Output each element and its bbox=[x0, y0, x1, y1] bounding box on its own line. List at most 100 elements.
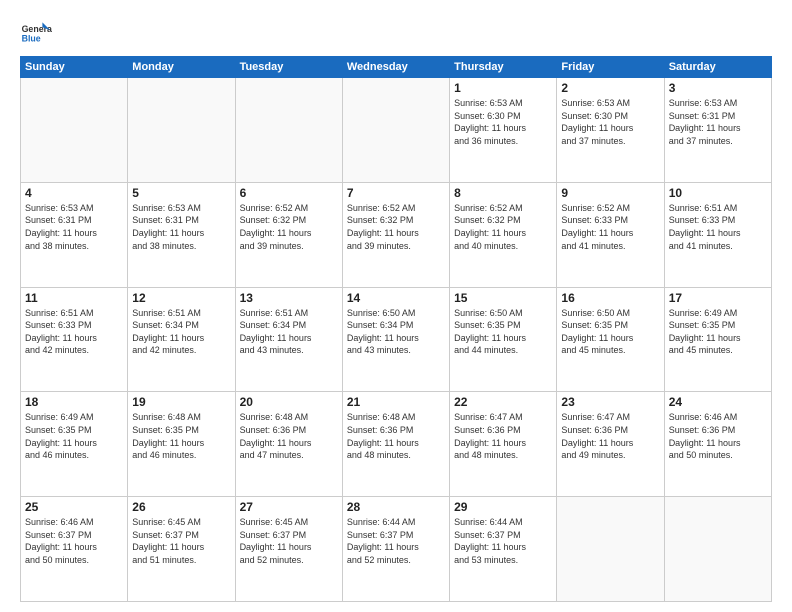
calendar-cell: 1 Sunrise: 6:53 AM Sunset: 6:30 PM Daylig… bbox=[450, 78, 557, 183]
calendar-cell: 20 Sunrise: 6:48 AM Sunset: 6:36 PM Dayli… bbox=[235, 392, 342, 497]
calendar-cell: 11Sunrise: 6:51 AM Sunset: 6:33 PM Dayli… bbox=[21, 287, 128, 392]
day-number: 25 bbox=[25, 500, 123, 514]
day-info: Sunrise: 6:45 AM Sunset: 6:37 PM Dayligh… bbox=[240, 516, 338, 566]
day-info: Sunrise: 6:52 AM Sunset: 6:32 PM Dayligh… bbox=[347, 202, 445, 252]
calendar-cell: 5 Sunrise: 6:53 AM Sunset: 6:31 PM Daylig… bbox=[128, 182, 235, 287]
day-header-monday: Monday bbox=[128, 57, 235, 78]
day-info: Sunrise: 6:44 AM Sunset: 6:37 PM Dayligh… bbox=[454, 516, 552, 566]
calendar-cell: 18 Sunrise: 6:49 AM Sunset: 6:35 PM Dayli… bbox=[21, 392, 128, 497]
day-info: Sunrise: 6:53 AM Sunset: 6:30 PM Dayligh… bbox=[454, 97, 552, 147]
week-row-1: 1 Sunrise: 6:53 AM Sunset: 6:30 PM Daylig… bbox=[21, 78, 772, 183]
calendar-body: 1 Sunrise: 6:53 AM Sunset: 6:30 PM Daylig… bbox=[21, 78, 772, 602]
day-number: 1 bbox=[454, 81, 552, 95]
day-number: 19 bbox=[132, 395, 230, 409]
calendar-cell bbox=[21, 78, 128, 183]
day-info: Sunrise: 6:52 AM Sunset: 6:32 PM Dayligh… bbox=[454, 202, 552, 252]
day-number: 3 bbox=[669, 81, 767, 95]
day-number: 21 bbox=[347, 395, 445, 409]
day-number: 7 bbox=[347, 186, 445, 200]
day-number: 23 bbox=[561, 395, 659, 409]
day-number: 6 bbox=[240, 186, 338, 200]
day-header-thursday: Thursday bbox=[450, 57, 557, 78]
calendar-cell: 19 Sunrise: 6:48 AM Sunset: 6:35 PM Dayli… bbox=[128, 392, 235, 497]
day-number: 5 bbox=[132, 186, 230, 200]
day-info: Sunrise: 6:45 AM Sunset: 6:37 PM Dayligh… bbox=[132, 516, 230, 566]
calendar-cell: 3 Sunrise: 6:53 AM Sunset: 6:31 PM Daylig… bbox=[664, 78, 771, 183]
day-number: 2 bbox=[561, 81, 659, 95]
calendar-cell: 14Sunrise: 6:50 AM Sunset: 6:34 PM Dayli… bbox=[342, 287, 449, 392]
day-info: Sunrise: 6:50 AM Sunset: 6:35 PM Dayligh… bbox=[561, 307, 659, 357]
calendar-cell: 4 Sunrise: 6:53 AM Sunset: 6:31 PM Daylig… bbox=[21, 182, 128, 287]
day-number: 12 bbox=[132, 291, 230, 305]
day-number: 16 bbox=[561, 291, 659, 305]
calendar-cell bbox=[557, 497, 664, 602]
calendar-cell: 13Sunrise: 6:51 AM Sunset: 6:34 PM Dayli… bbox=[235, 287, 342, 392]
day-info: Sunrise: 6:50 AM Sunset: 6:35 PM Dayligh… bbox=[454, 307, 552, 357]
day-number: 18 bbox=[25, 395, 123, 409]
day-header-saturday: Saturday bbox=[664, 57, 771, 78]
calendar-cell: 21 Sunrise: 6:48 AM Sunset: 6:36 PM Dayli… bbox=[342, 392, 449, 497]
calendar-cell: 27 Sunrise: 6:45 AM Sunset: 6:37 PM Dayli… bbox=[235, 497, 342, 602]
calendar-cell: 10Sunrise: 6:51 AM Sunset: 6:33 PM Dayli… bbox=[664, 182, 771, 287]
calendar-cell: 9 Sunrise: 6:52 AM Sunset: 6:33 PM Daylig… bbox=[557, 182, 664, 287]
day-info: Sunrise: 6:44 AM Sunset: 6:37 PM Dayligh… bbox=[347, 516, 445, 566]
logo-icon: General Blue bbox=[20, 16, 52, 48]
day-info: Sunrise: 6:53 AM Sunset: 6:31 PM Dayligh… bbox=[132, 202, 230, 252]
day-info: Sunrise: 6:48 AM Sunset: 6:36 PM Dayligh… bbox=[240, 411, 338, 461]
day-info: Sunrise: 6:48 AM Sunset: 6:36 PM Dayligh… bbox=[347, 411, 445, 461]
day-info: Sunrise: 6:47 AM Sunset: 6:36 PM Dayligh… bbox=[561, 411, 659, 461]
day-info: Sunrise: 6:49 AM Sunset: 6:35 PM Dayligh… bbox=[669, 307, 767, 357]
day-info: Sunrise: 6:52 AM Sunset: 6:32 PM Dayligh… bbox=[240, 202, 338, 252]
header-row: SundayMondayTuesdayWednesdayThursdayFrid… bbox=[21, 57, 772, 78]
day-header-wednesday: Wednesday bbox=[342, 57, 449, 78]
day-number: 4 bbox=[25, 186, 123, 200]
calendar-cell: 23 Sunrise: 6:47 AM Sunset: 6:36 PM Dayli… bbox=[557, 392, 664, 497]
calendar-cell: 26Sunrise: 6:45 AM Sunset: 6:37 PM Dayli… bbox=[128, 497, 235, 602]
calendar-cell bbox=[235, 78, 342, 183]
day-header-sunday: Sunday bbox=[21, 57, 128, 78]
day-info: Sunrise: 6:53 AM Sunset: 6:30 PM Dayligh… bbox=[561, 97, 659, 147]
day-info: Sunrise: 6:46 AM Sunset: 6:36 PM Dayligh… bbox=[669, 411, 767, 461]
day-number: 9 bbox=[561, 186, 659, 200]
week-row-4: 18 Sunrise: 6:49 AM Sunset: 6:35 PM Dayli… bbox=[21, 392, 772, 497]
calendar-cell: 8Sunrise: 6:52 AM Sunset: 6:32 PM Daylig… bbox=[450, 182, 557, 287]
day-number: 29 bbox=[454, 500, 552, 514]
day-header-tuesday: Tuesday bbox=[235, 57, 342, 78]
calendar-cell: 6 Sunrise: 6:52 AM Sunset: 6:32 PM Daylig… bbox=[235, 182, 342, 287]
calendar-cell bbox=[342, 78, 449, 183]
calendar-cell: 16 Sunrise: 6:50 AM Sunset: 6:35 PM Dayli… bbox=[557, 287, 664, 392]
day-number: 22 bbox=[454, 395, 552, 409]
day-info: Sunrise: 6:53 AM Sunset: 6:31 PM Dayligh… bbox=[25, 202, 123, 252]
day-number: 20 bbox=[240, 395, 338, 409]
day-info: Sunrise: 6:52 AM Sunset: 6:33 PM Dayligh… bbox=[561, 202, 659, 252]
day-number: 15 bbox=[454, 291, 552, 305]
day-info: Sunrise: 6:48 AM Sunset: 6:35 PM Dayligh… bbox=[132, 411, 230, 461]
day-info: Sunrise: 6:49 AM Sunset: 6:35 PM Dayligh… bbox=[25, 411, 123, 461]
calendar-cell: 12 Sunrise: 6:51 AM Sunset: 6:34 PM Dayli… bbox=[128, 287, 235, 392]
day-number: 24 bbox=[669, 395, 767, 409]
day-info: Sunrise: 6:47 AM Sunset: 6:36 PM Dayligh… bbox=[454, 411, 552, 461]
week-row-3: 11Sunrise: 6:51 AM Sunset: 6:33 PM Dayli… bbox=[21, 287, 772, 392]
day-info: Sunrise: 6:53 AM Sunset: 6:31 PM Dayligh… bbox=[669, 97, 767, 147]
calendar-cell: 24 Sunrise: 6:46 AM Sunset: 6:36 PM Dayli… bbox=[664, 392, 771, 497]
header: General Blue bbox=[20, 16, 772, 48]
calendar-header: SundayMondayTuesdayWednesdayThursdayFrid… bbox=[21, 57, 772, 78]
day-number: 27 bbox=[240, 500, 338, 514]
day-number: 28 bbox=[347, 500, 445, 514]
calendar-table: SundayMondayTuesdayWednesdayThursdayFrid… bbox=[20, 56, 772, 602]
calendar-cell: 2 Sunrise: 6:53 AM Sunset: 6:30 PM Daylig… bbox=[557, 78, 664, 183]
day-number: 17 bbox=[669, 291, 767, 305]
calendar-cell: 22 Sunrise: 6:47 AM Sunset: 6:36 PM Dayli… bbox=[450, 392, 557, 497]
day-info: Sunrise: 6:51 AM Sunset: 6:34 PM Dayligh… bbox=[132, 307, 230, 357]
day-header-friday: Friday bbox=[557, 57, 664, 78]
day-info: Sunrise: 6:46 AM Sunset: 6:37 PM Dayligh… bbox=[25, 516, 123, 566]
day-number: 14 bbox=[347, 291, 445, 305]
calendar-cell: 28 Sunrise: 6:44 AM Sunset: 6:37 PM Dayli… bbox=[342, 497, 449, 602]
calendar-cell: 17 Sunrise: 6:49 AM Sunset: 6:35 PM Dayli… bbox=[664, 287, 771, 392]
week-row-5: 25 Sunrise: 6:46 AM Sunset: 6:37 PM Dayli… bbox=[21, 497, 772, 602]
calendar-cell bbox=[664, 497, 771, 602]
day-info: Sunrise: 6:51 AM Sunset: 6:33 PM Dayligh… bbox=[25, 307, 123, 357]
page: General Blue SundayMondayTuesdayWednesda… bbox=[0, 0, 792, 612]
day-info: Sunrise: 6:51 AM Sunset: 6:34 PM Dayligh… bbox=[240, 307, 338, 357]
calendar-cell: 7 Sunrise: 6:52 AM Sunset: 6:32 PM Daylig… bbox=[342, 182, 449, 287]
